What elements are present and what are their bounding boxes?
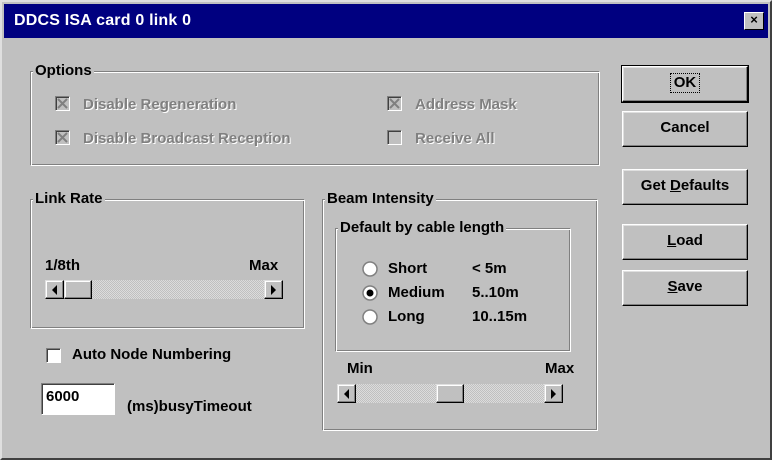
auto-node-numbering-checkbox[interactable] — [46, 348, 61, 363]
load-label-post: oad — [676, 232, 703, 249]
save-button[interactable]: Save — [622, 270, 748, 306]
busy-timeout-label: (ms)busyTimeout — [127, 398, 252, 415]
beam-min-label: Min — [347, 360, 373, 377]
close-button[interactable]: × — [744, 12, 764, 30]
ok-button-label: OK — [669, 73, 701, 93]
cancel-button-label: Cancel — [660, 119, 710, 136]
disable-broadcast-checkbox[interactable] — [55, 130, 70, 145]
arrow-left-icon — [52, 285, 57, 295]
beam-max-label: Max — [545, 360, 575, 377]
address-mask-label: Address Mask — [415, 96, 517, 113]
beam-intensity-legend: Beam Intensity — [325, 189, 436, 209]
radio-short-label: Short — [388, 260, 428, 277]
close-icon: × — [750, 12, 758, 27]
beam-intensity-group: Beam Intensity Default by cable length S… — [322, 189, 598, 431]
link-rate-min-label: 1/8th — [45, 257, 81, 274]
get-defaults-label-key: D — [669, 177, 681, 194]
link-rate-thumb[interactable] — [64, 280, 92, 299]
dialog-window: DDCS ISA card 0 link 0 × Options Disable… — [0, 0, 772, 460]
disable-regeneration-checkbox[interactable] — [55, 96, 70, 111]
radio-medium-range: 5..10m — [472, 284, 519, 301]
options-group: Options Disable Regeneration Address Mas… — [30, 61, 600, 166]
receive-all-label: Receive All — [415, 130, 495, 147]
address-mask-checkbox[interactable] — [387, 96, 402, 111]
check-x-icon — [57, 132, 68, 143]
radio-long-range: 10..15m — [472, 308, 528, 325]
scroll-right-button[interactable] — [264, 280, 283, 299]
busy-timeout-value: 6000 — [46, 388, 80, 405]
radio-short[interactable] — [362, 261, 378, 277]
cable-length-group: Default by cable length Short < 5m Mediu… — [335, 218, 571, 352]
busy-timeout-input[interactable]: 6000 — [41, 383, 115, 415]
check-x-icon — [389, 98, 400, 109]
get-defaults-label-post: efaults — [680, 177, 730, 194]
auto-node-numbering-label: Auto Node Numbering — [72, 346, 232, 363]
link-rate-slider[interactable] — [45, 280, 283, 299]
scroll-left-button[interactable] — [45, 280, 64, 299]
beam-intensity-slider[interactable] — [337, 384, 563, 403]
cancel-button[interactable]: Cancel — [622, 111, 748, 147]
link-rate-group: Link Rate 1/8th Max — [30, 189, 305, 329]
arrow-right-icon — [551, 389, 556, 399]
check-x-icon — [57, 98, 68, 109]
get-defaults-button[interactable]: Get Defaults — [622, 169, 748, 205]
receive-all-checkbox[interactable] — [387, 130, 402, 145]
disable-broadcast-label: Disable Broadcast Reception — [83, 130, 291, 147]
get-defaults-label-pre: Get — [640, 177, 670, 194]
load-button[interactable]: Load — [622, 224, 748, 260]
radio-short-range: < 5m — [472, 260, 507, 277]
scroll-left-button[interactable] — [337, 384, 356, 403]
ok-button[interactable]: OK — [621, 65, 749, 103]
load-label-key: L — [667, 232, 677, 249]
radio-medium[interactable] — [362, 285, 378, 301]
arrow-right-icon — [271, 285, 276, 295]
radio-long[interactable] — [362, 309, 378, 325]
save-label-post: ave — [677, 278, 703, 295]
cable-length-legend: Default by cable length — [338, 218, 507, 238]
window-title: DDCS ISA card 0 link 0 — [14, 12, 192, 29]
arrow-left-icon — [344, 389, 349, 399]
link-rate-max-label: Max — [249, 257, 279, 274]
title-bar[interactable]: DDCS ISA card 0 link 0 × — [4, 4, 768, 38]
beam-intensity-thumb[interactable] — [436, 384, 464, 403]
radio-long-label: Long — [388, 308, 425, 325]
link-rate-legend: Link Rate — [33, 189, 105, 209]
options-legend: Options — [33, 61, 94, 81]
radio-medium-label: Medium — [388, 284, 445, 301]
disable-regeneration-label: Disable Regeneration — [83, 96, 237, 113]
scroll-right-button[interactable] — [544, 384, 563, 403]
save-label-key: S — [667, 278, 678, 295]
